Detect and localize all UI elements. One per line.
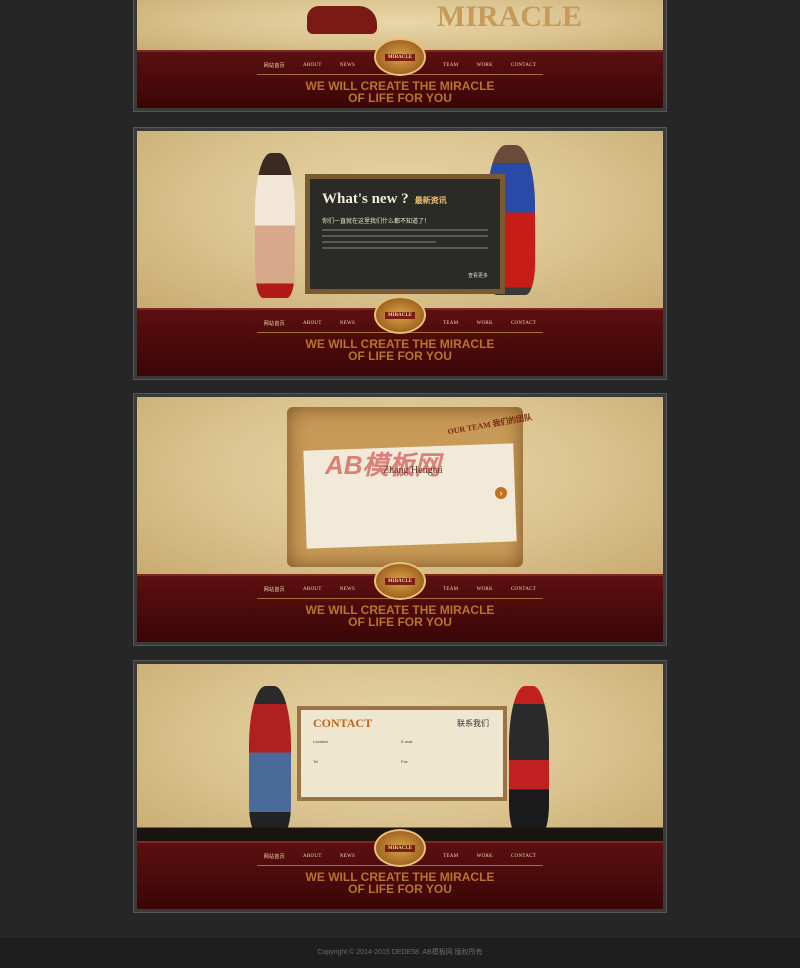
nav-work[interactable]: WORK xyxy=(476,63,492,68)
nav-team[interactable]: TEAM xyxy=(443,854,458,859)
nav-team[interactable]: TEAM xyxy=(443,63,458,68)
panel-news: What's new ? 最新资讯 你们一直就在这里我们什么都不知道了！ 查看更多… xyxy=(133,127,667,380)
contact-col-left: Location Tel xyxy=(313,738,393,766)
tagline-line2: OF LIFE FOR YOU xyxy=(348,349,452,363)
copyright-text: Copyright © 2014-2015 DEDE58. AB模板网 版权所有 xyxy=(317,949,483,956)
contact-col-right: E-mail Fax xyxy=(401,738,481,766)
nav-news[interactable]: NEWS xyxy=(340,63,355,68)
contact-title: CONTACT xyxy=(313,716,373,730)
contact-location-label: Location xyxy=(313,739,329,744)
site-footer-band: 网站首页 ABOUT NEWS TEAM WORK CONTACT MIRACL… xyxy=(137,296,663,376)
logo-text: MIRACLE xyxy=(384,577,416,585)
nav-contact[interactable]: CONTACT xyxy=(511,854,536,859)
nav-home[interactable]: 网站首页 xyxy=(264,586,285,593)
logo-text: MIRACLE xyxy=(384,844,416,852)
nav-team[interactable]: TEAM xyxy=(443,587,458,592)
news-headline[interactable]: 你们一直就在这里我们什么都不知道了！ xyxy=(322,216,488,225)
news-title: What's new ? xyxy=(322,191,409,207)
logo-badge[interactable]: MIRACLE xyxy=(374,296,426,334)
news-blackboard: What's new ? 最新资讯 你们一直就在这里我们什么都不知道了！ 查看更多 xyxy=(305,174,505,294)
tagline-line2: OF LIFE FOR YOU xyxy=(348,615,452,629)
tagline-line2: OF LIFE FOR YOU xyxy=(348,91,452,105)
nav-work[interactable]: WORK xyxy=(476,587,492,592)
news-title-cn: 最新资讯 xyxy=(414,196,447,205)
contact-banner: CONTACT 联系我们 Location Tel E-mail Fax xyxy=(137,664,663,848)
news-text-line xyxy=(322,229,488,231)
panel-team: OUR TEAM 我们的团队 Zhang Hengtai AB模板网 › 网站首… xyxy=(133,393,667,646)
contact-title-cn: 联系我们 xyxy=(457,719,489,728)
site-footer-band: 网站首页 ABOUT NEWS TEAM WORK CONTACT MIRACL… xyxy=(137,562,663,642)
tagline: WE WILL CREATE THE MIRACLE OF LIFE FOR Y… xyxy=(137,338,663,362)
panel-contact: CONTACT 联系我们 Location Tel E-mail Fax 网站首… xyxy=(133,660,667,913)
nav-contact[interactable]: CONTACT xyxy=(511,321,536,326)
site-footer-band: 网站首页 ABOUT NEWS TEAM WORK CONTACT MIRACL… xyxy=(137,38,663,108)
nav-news[interactable]: NEWS xyxy=(340,587,355,592)
contact-fax-label: Fax xyxy=(401,759,408,764)
hero-sign: MIRACLE xyxy=(437,0,583,33)
news-banner: What's new ? 最新资讯 你们一直就在这里我们什么都不知道了！ 查看更多 xyxy=(137,131,663,315)
nav-team[interactable]: TEAM xyxy=(443,321,458,326)
news-text-line xyxy=(322,235,488,237)
logo-text: MIRACLE xyxy=(384,311,416,319)
nav-contact[interactable]: CONTACT xyxy=(511,63,536,68)
panel-home: MIRACLE 网站首页 ABOUT NEWS TEAM WORK CONTAC… xyxy=(133,0,667,112)
nav-home[interactable]: 网站首页 xyxy=(264,853,285,860)
nav-work[interactable]: WORK xyxy=(476,321,492,326)
nav-home[interactable]: 网站首页 xyxy=(264,320,285,327)
logo-badge[interactable]: MIRACLE xyxy=(374,38,426,76)
nav-about[interactable]: ABOUT xyxy=(303,321,322,326)
logo-text: MIRACLE xyxy=(384,53,416,61)
tagline: WE WILL CREATE THE MIRACLE OF LIFE FOR Y… xyxy=(137,80,663,104)
nav-news[interactable]: NEWS xyxy=(340,854,355,859)
news-more-link[interactable]: 查看更多 xyxy=(468,272,488,279)
nav-contact[interactable]: CONTACT xyxy=(511,587,536,592)
team-banner: OUR TEAM 我们的团队 Zhang Hengtai AB模板网 › xyxy=(137,397,663,581)
contact-board: CONTACT 联系我们 Location Tel E-mail Fax xyxy=(297,706,507,801)
model-left xyxy=(255,153,295,298)
tagline-line2: OF LIFE FOR YOU xyxy=(348,882,452,896)
news-text-line xyxy=(322,247,488,249)
nav-work[interactable]: WORK xyxy=(476,854,492,859)
watermark-logo: AB模板网 xyxy=(325,450,441,480)
model-right xyxy=(509,686,549,834)
vintage-car xyxy=(307,6,377,34)
tagline: WE WILL CREATE THE MIRACLE OF LIFE FOR Y… xyxy=(137,871,663,895)
nav-about[interactable]: ABOUT xyxy=(303,63,322,68)
nav-about[interactable]: ABOUT xyxy=(303,854,322,859)
news-text-line xyxy=(322,241,436,243)
model-left xyxy=(249,686,291,834)
logo-badge[interactable]: MIRACLE xyxy=(374,829,426,867)
page-footer: Copyright © 2014-2015 DEDE58. AB模板网 版权所有 xyxy=(0,938,800,968)
contact-tel-label: Tel xyxy=(313,759,319,764)
contact-email-label: E-mail xyxy=(401,739,413,744)
nav-home[interactable]: 网站首页 xyxy=(264,62,285,69)
tagline: WE WILL CREATE THE MIRACLE OF LIFE FOR Y… xyxy=(137,604,663,628)
site-footer-band: 网站首页 ABOUT NEWS TEAM WORK CONTACT MIRACL… xyxy=(137,829,663,909)
logo-badge[interactable]: MIRACLE xyxy=(374,562,426,600)
nav-news[interactable]: NEWS xyxy=(340,321,355,326)
nav-about[interactable]: ABOUT xyxy=(303,587,322,592)
next-arrow-icon[interactable]: › xyxy=(495,487,507,499)
